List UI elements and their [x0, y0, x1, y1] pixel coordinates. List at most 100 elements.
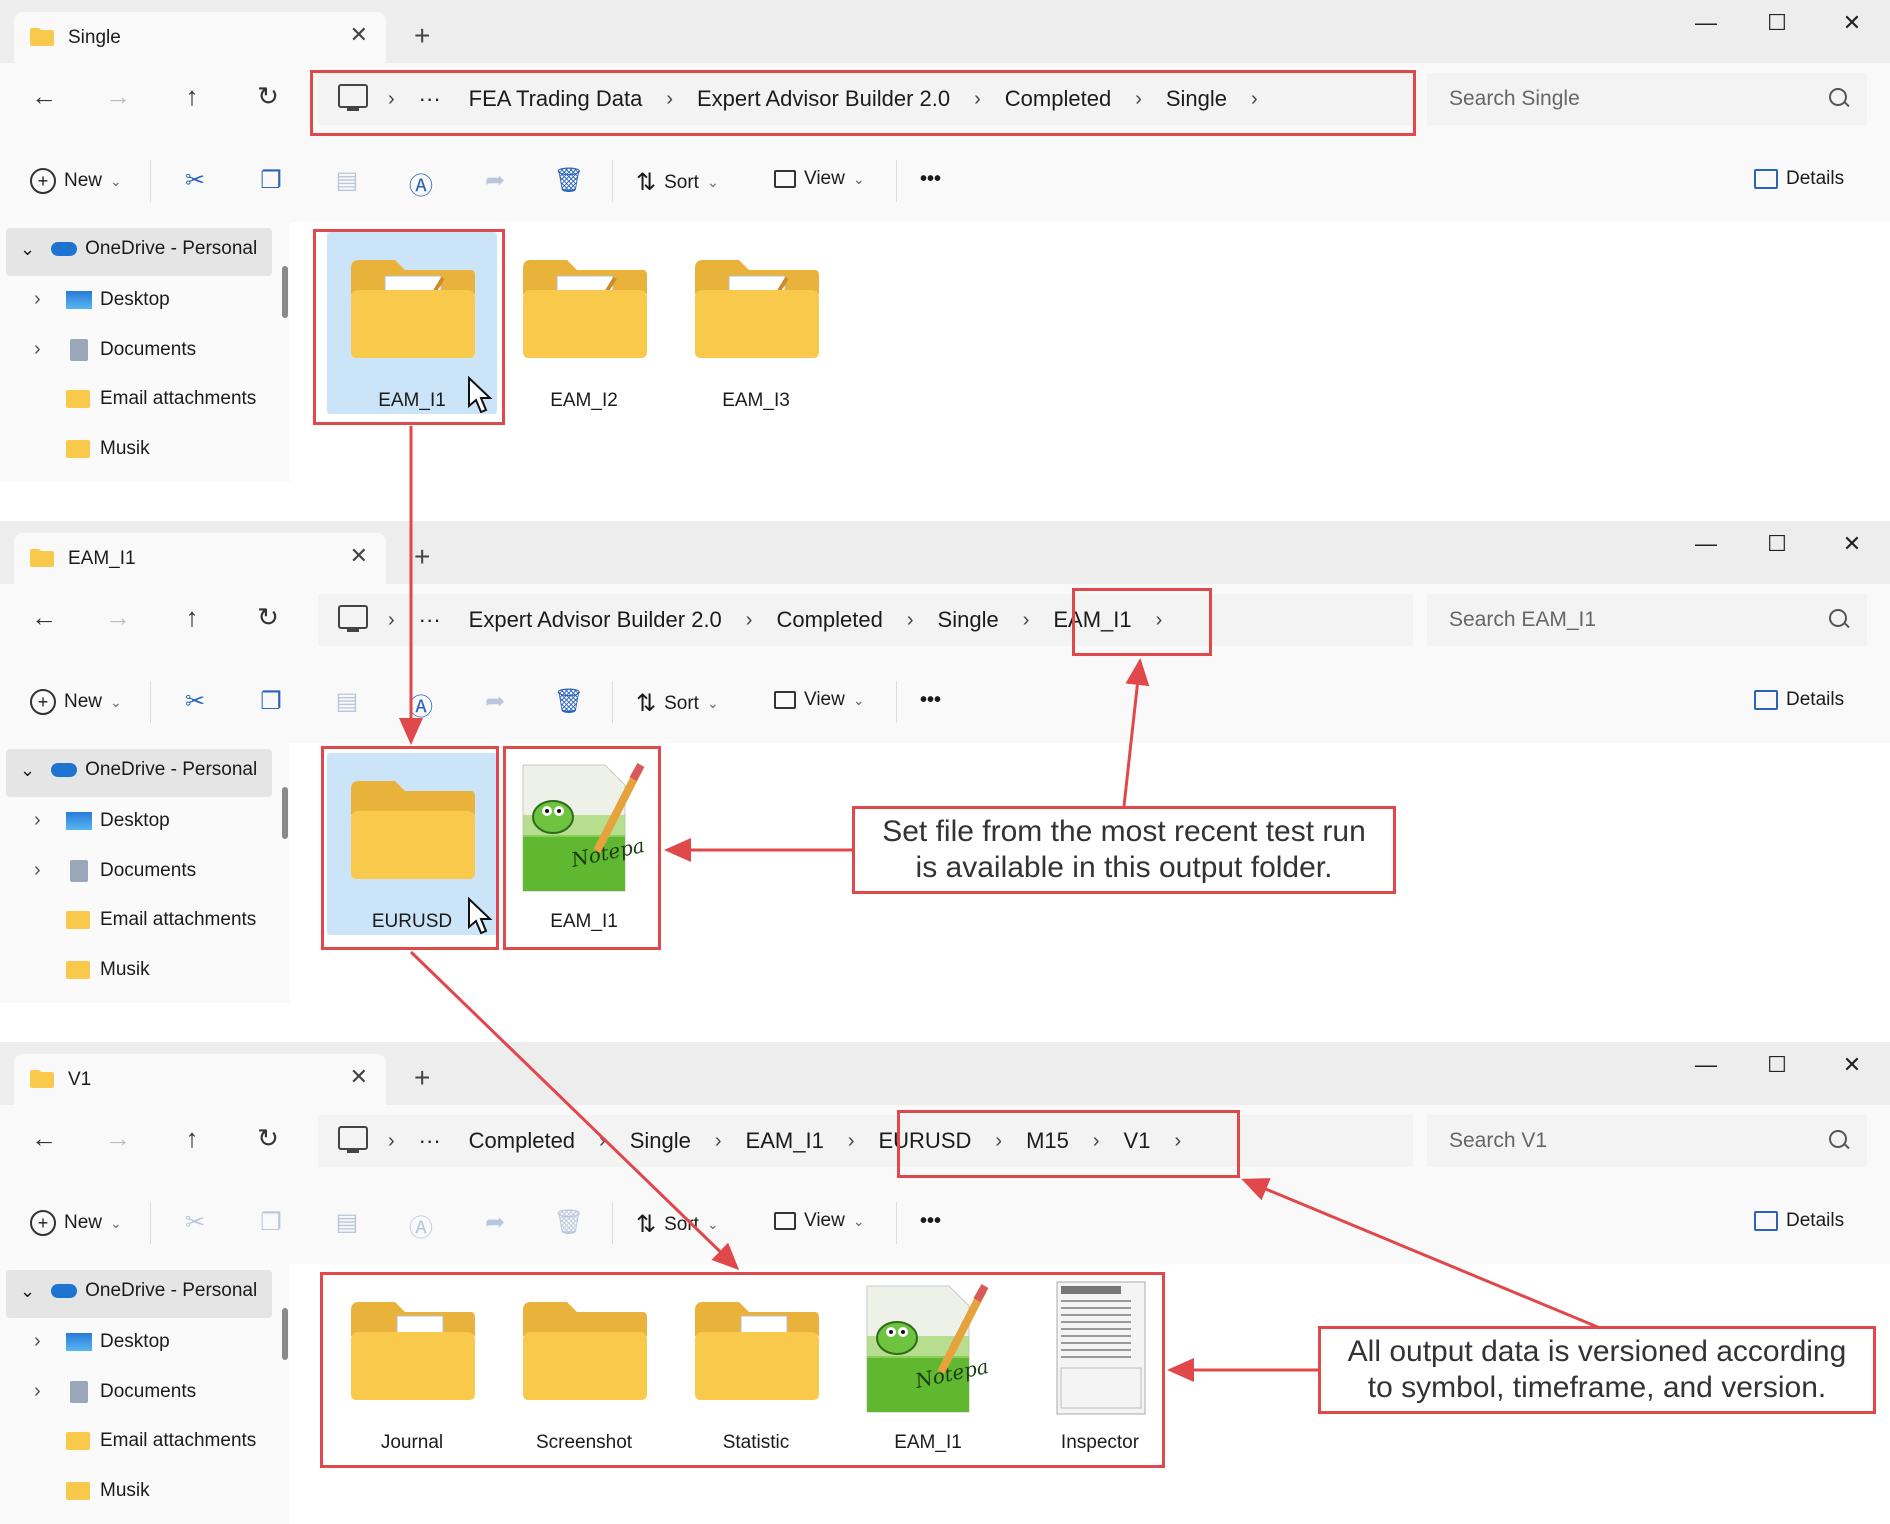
breadcrumb-item[interactable]: Completed: [455, 1128, 589, 1154]
copy-icon[interactable]: ❐: [254, 1208, 288, 1237]
chevron-right-icon[interactable]: ›: [34, 809, 66, 832]
minimize-button[interactable]: —: [1686, 531, 1726, 557]
scrollbar-thumb[interactable]: [282, 787, 288, 839]
close-tab-icon[interactable]: ✕: [350, 543, 368, 569]
maximize-button[interactable]: ☐: [1757, 1052, 1797, 1078]
details-button[interactable]: Details: [1754, 1210, 1844, 1232]
search-icon[interactable]: [1829, 609, 1847, 627]
breadcrumb-item[interactable]: Single: [616, 1128, 705, 1154]
breadcrumb-item[interactable]: Expert Advisor Builder 2.0: [455, 607, 736, 633]
refresh-button[interactable]: ↻: [248, 602, 288, 633]
up-button[interactable]: ↑: [172, 1123, 212, 1154]
sidebar-item[interactable]: › Documents: [34, 338, 196, 361]
new-tab-button[interactable]: +: [414, 543, 430, 571]
copy-icon[interactable]: ❐: [254, 166, 288, 195]
new-button[interactable]: + New ⌄: [30, 689, 122, 715]
sidebar-item[interactable]: Email attachments: [34, 388, 256, 410]
more-options-button[interactable]: •••: [920, 168, 941, 191]
chevron-down-icon[interactable]: ⌄: [20, 760, 35, 781]
minimize-button[interactable]: —: [1686, 10, 1726, 36]
breadcrumb-item[interactable]: Completed: [762, 607, 896, 633]
view-button[interactable]: View ⌄: [774, 689, 865, 711]
share-icon[interactable]: ➦: [478, 166, 512, 195]
breadcrumb-item[interactable]: EAM_I1: [732, 1128, 838, 1154]
search-icon[interactable]: [1829, 88, 1847, 106]
chevron-right-icon[interactable]: ›: [897, 609, 924, 632]
paste-icon[interactable]: ▤: [330, 166, 364, 195]
refresh-button[interactable]: ↻: [248, 1123, 288, 1154]
new-tab-button[interactable]: +: [414, 1064, 430, 1092]
sidebar-item[interactable]: Musik: [34, 959, 150, 981]
sidebar-item[interactable]: Email attachments: [34, 909, 256, 931]
delete-icon[interactable]: 🗑: [552, 1208, 586, 1237]
refresh-button[interactable]: ↻: [248, 81, 288, 112]
search-input[interactable]: Search EAM_I1: [1449, 608, 1596, 632]
computer-icon[interactable]: [338, 605, 368, 632]
paste-icon[interactable]: ▤: [330, 687, 364, 716]
tab-active[interactable]: EAM_I1 ✕: [14, 533, 386, 585]
chevron-right-icon[interactable]: ›: [34, 1380, 66, 1403]
view-button[interactable]: View ⌄: [774, 168, 865, 190]
chevron-down-icon[interactable]: ⌄: [20, 239, 35, 260]
close-window-button[interactable]: ✕: [1832, 531, 1872, 557]
chevron-down-icon[interactable]: ⌄: [20, 1281, 35, 1302]
new-button[interactable]: + New ⌄: [30, 168, 122, 194]
close-window-button[interactable]: ✕: [1832, 10, 1872, 36]
close-tab-icon[interactable]: ✕: [350, 22, 368, 48]
chevron-right-icon[interactable]: ›: [378, 1130, 405, 1153]
back-button[interactable]: ←: [24, 81, 64, 112]
tab-active[interactable]: Single ✕: [14, 12, 386, 64]
details-button[interactable]: Details: [1754, 689, 1844, 711]
sidebar-item[interactable]: Musik: [34, 1480, 150, 1502]
maximize-button[interactable]: ☐: [1757, 10, 1797, 36]
cut-icon[interactable]: ✂: [178, 687, 212, 716]
search-input[interactable]: Search V1: [1449, 1129, 1547, 1153]
address-bar[interactable]: › ··· Expert Advisor Builder 2.0 › Completed…: [318, 594, 1413, 646]
chevron-right-icon[interactable]: ›: [378, 609, 405, 632]
chevron-right-icon[interactable]: ›: [34, 859, 66, 882]
scrollbar-thumb[interactable]: [282, 1308, 288, 1360]
share-icon[interactable]: ➦: [478, 687, 512, 716]
computer-icon[interactable]: [338, 1126, 368, 1153]
chevron-right-icon[interactable]: ›: [1013, 609, 1040, 632]
sidebar-item-onedrive[interactable]: ⌄ OneDrive - Personal: [20, 759, 257, 781]
file-item[interactable]: EAM_I3: [671, 232, 841, 414]
paste-icon[interactable]: ▤: [330, 1208, 364, 1237]
sidebar-item[interactable]: › Desktop: [34, 288, 170, 311]
sidebar-item[interactable]: › Documents: [34, 859, 196, 882]
tab-active[interactable]: V1 ✕: [14, 1054, 386, 1106]
breadcrumb-item[interactable]: Single: [924, 607, 1013, 633]
close-tab-icon[interactable]: ✕: [350, 1064, 368, 1090]
new-tab-button[interactable]: +: [414, 22, 430, 50]
chevron-right-icon[interactable]: ›: [589, 1130, 616, 1153]
sidebar-item[interactable]: › Desktop: [34, 809, 170, 832]
copy-icon[interactable]: ❐: [254, 687, 288, 716]
forward-button[interactable]: →: [98, 602, 138, 633]
forward-button[interactable]: →: [98, 1123, 138, 1154]
cut-icon[interactable]: ✂: [178, 166, 212, 195]
share-icon[interactable]: ➦: [478, 1208, 512, 1237]
sidebar-item[interactable]: Email attachments: [34, 1430, 256, 1452]
rename-icon[interactable]: Ⓐ: [404, 1208, 438, 1243]
chevron-right-icon[interactable]: ›: [34, 338, 66, 361]
chevron-right-icon[interactable]: ›: [736, 609, 763, 632]
chevron-right-icon[interactable]: ›: [838, 1130, 865, 1153]
sidebar-item[interactable]: › Desktop: [34, 1330, 170, 1353]
file-item[interactable]: EAM_I2: [499, 232, 669, 414]
chevron-right-icon[interactable]: ›: [705, 1130, 732, 1153]
new-button[interactable]: + New ⌄: [30, 1210, 122, 1236]
chevron-right-icon[interactable]: ›: [34, 288, 66, 311]
search-box[interactable]: Search V1: [1427, 1115, 1867, 1167]
close-window-button[interactable]: ✕: [1832, 1052, 1872, 1078]
sort-button[interactable]: ⇅ Sort ⌄: [636, 689, 719, 718]
back-button[interactable]: ←: [24, 1123, 64, 1154]
search-input[interactable]: Search Single: [1449, 87, 1580, 111]
breadcrumb-overflow[interactable]: ···: [405, 1128, 455, 1154]
sort-button[interactable]: ⇅ Sort ⌄: [636, 1210, 719, 1239]
rename-icon[interactable]: Ⓐ: [404, 687, 438, 722]
search-box[interactable]: Search EAM_I1: [1427, 594, 1867, 646]
maximize-button[interactable]: ☐: [1757, 531, 1797, 557]
search-icon[interactable]: [1829, 1130, 1847, 1148]
sidebar-item[interactable]: › Documents: [34, 1380, 196, 1403]
delete-icon[interactable]: 🗑: [552, 166, 586, 195]
